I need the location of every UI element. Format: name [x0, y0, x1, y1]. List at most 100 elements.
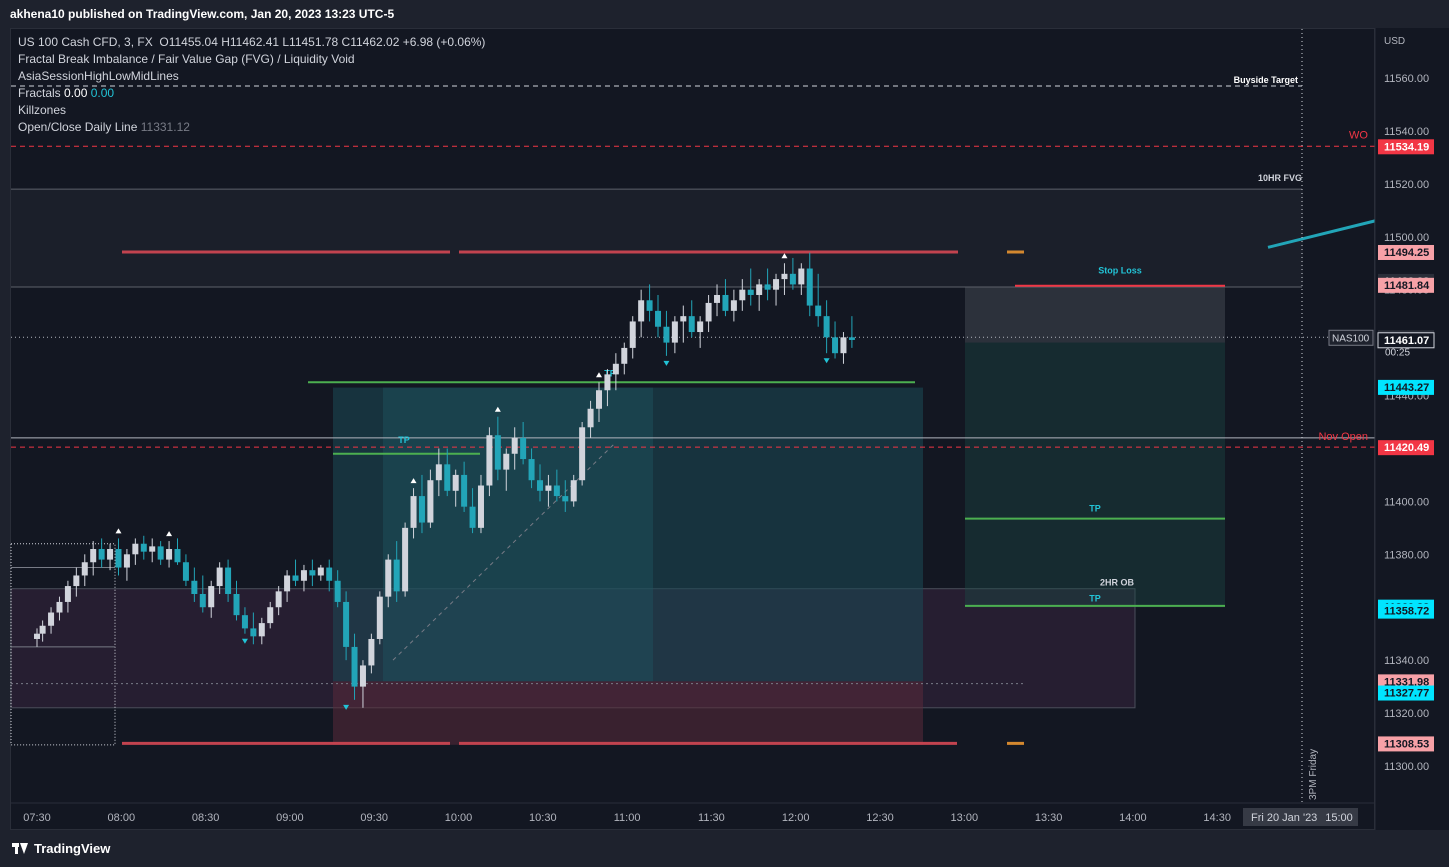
fractal-marker [596, 372, 602, 378]
price-tick-label: 11320.00 [1384, 708, 1429, 720]
candle-body [714, 294, 721, 303]
candle-body [402, 527, 409, 592]
candle-body [64, 586, 71, 602]
candle-body [368, 638, 375, 666]
candle-body [317, 567, 324, 576]
candle-body [579, 427, 586, 481]
legend-indicator-killzones[interactable]: Killzones [18, 102, 485, 119]
candle-body [444, 464, 451, 491]
legend-daily-line-value: 11331.12 [140, 120, 190, 134]
time-tick-label: 07:30 [23, 812, 51, 824]
candle-body [48, 612, 55, 626]
price-tick-label: 11340.00 [1384, 655, 1429, 667]
candle-body [553, 485, 560, 497]
fractal-marker [823, 358, 830, 364]
candle-body [528, 459, 535, 481]
candle-body [486, 435, 493, 486]
candle-body [629, 321, 636, 348]
tradingview-logo[interactable]: TradingView [12, 841, 110, 856]
candle-body [410, 496, 417, 528]
candle-body [309, 570, 316, 576]
candle-body [90, 549, 97, 563]
legend-fractals-v2: 0.00 [90, 86, 115, 100]
price-tick-label: 11520.00 [1384, 179, 1429, 191]
time-tick-label: 11:30 [698, 812, 725, 824]
annotation-label: Nov Open [1318, 431, 1368, 443]
candle-body [107, 549, 114, 560]
candle-body [806, 268, 813, 306]
candle-body [477, 485, 484, 528]
candle-body [562, 496, 569, 502]
price-label: 11494.25 [1384, 247, 1429, 259]
candle-body [756, 284, 763, 295]
candle-body [848, 337, 855, 340]
legend-indicator-fractals[interactable]: Fractals 0.00 0.00 [18, 85, 485, 102]
candle-body [452, 474, 459, 491]
candle-body [511, 437, 518, 454]
candle-body [730, 300, 737, 311]
legend-daily-line-label: Open/Close Daily Line [18, 120, 138, 134]
annotation-label: 10HR FVG [1258, 173, 1302, 183]
legend-indicator-asia[interactable]: AsiaSessionHighLowMidLines [18, 68, 485, 85]
time-tick-label: 08:00 [108, 812, 136, 824]
legend-indicator-fvg[interactable]: Fractal Break Imbalance / Fair Value Gap… [18, 51, 485, 68]
footer-bar [0, 830, 1449, 867]
candle-body [663, 326, 670, 343]
annotation-label: WO [1349, 130, 1368, 142]
candle-body [461, 474, 468, 507]
price-tick-label: 11380.00 [1384, 549, 1429, 561]
candle-body [435, 464, 442, 481]
annotation-label: TP [398, 435, 410, 445]
candle-body [638, 300, 645, 322]
candle-body [233, 594, 240, 616]
annotation-label: TP [1089, 504, 1101, 514]
chart-legend: US 100 Cash CFD, 3, FX O11455.04 H11462.… [18, 34, 485, 136]
time-tick-label: 14:00 [1119, 812, 1147, 824]
candle-body [773, 279, 780, 290]
candle-body [191, 580, 198, 594]
candle-body [359, 665, 366, 687]
price-label: 11481.84 [1384, 280, 1430, 292]
legend-indicator-daily-line[interactable]: Open/Close Daily Line 11331.12 [18, 119, 485, 136]
tradingview-logo-icon [12, 843, 28, 854]
candle-body [174, 549, 181, 563]
candle-body [604, 374, 611, 391]
time-tick-label: 13:30 [1035, 812, 1063, 824]
annotation-label: Stop Loss [1098, 265, 1142, 275]
candle-body [292, 575, 299, 581]
price-tick-label: 11400.00 [1384, 496, 1429, 508]
candle-body [789, 273, 796, 285]
annotation-label: 2HR OB [1100, 578, 1135, 588]
candle-body [250, 628, 257, 637]
candle-body [823, 316, 830, 338]
candle-body [832, 337, 839, 354]
candle-body [587, 408, 594, 428]
candle-body [503, 453, 510, 470]
legend-fractals-v1: 0.00 [64, 86, 88, 100]
annotation-label: Buyside Target [1234, 75, 1298, 85]
legend-symbol[interactable]: US 100 Cash CFD, 3, FX [18, 35, 153, 49]
candle-body [612, 363, 619, 375]
price-tick-label: 11500.00 [1384, 232, 1429, 244]
candle-body [216, 567, 223, 587]
long-stop-zone [333, 681, 923, 745]
candle-body [376, 596, 383, 639]
countdown-label: 00:25 [1385, 347, 1410, 358]
candle-body [545, 485, 552, 491]
candle-body [73, 575, 80, 587]
candle-body [123, 554, 130, 568]
candle-body [258, 623, 265, 637]
candle-body [688, 316, 695, 333]
candle-body [671, 321, 678, 343]
candle-body [596, 390, 602, 409]
candle-body [764, 284, 771, 290]
candle-body [81, 562, 88, 576]
short-stop-zone [965, 287, 1225, 343]
price-axis-currency: USD [1384, 36, 1405, 47]
price-label: 11358.72 [1384, 606, 1429, 618]
candle-body [275, 591, 282, 608]
candle-body [157, 546, 164, 560]
candle-body [284, 575, 291, 592]
candle-body [722, 294, 729, 311]
legend-symbol-row[interactable]: US 100 Cash CFD, 3, FX O11455.04 H11462.… [18, 34, 485, 51]
